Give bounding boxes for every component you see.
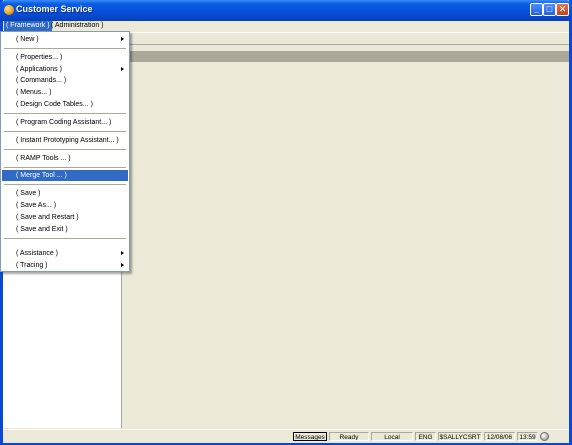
menu-separator xyxy=(4,167,126,169)
menu-item-label: ( Save ) xyxy=(16,190,41,197)
menu-item-label: ( Save and Exit ) xyxy=(16,226,68,233)
window-title: Customer Service xyxy=(16,4,93,14)
submenu-arrow-icon xyxy=(121,251,124,255)
menu-administration[interactable]: ( Administration ) xyxy=(49,21,106,31)
menu-separator xyxy=(4,184,126,186)
menu-item-label: ( Design Code Tables... ) xyxy=(16,101,93,108)
menu-item-properties[interactable]: ( Properties... ) xyxy=(2,52,128,63)
title-bar[interactable]: Customer Service _ □ ✕ xyxy=(0,0,572,21)
menu-item-label: ( RAMP Tools ... ) xyxy=(16,155,71,162)
framework-dropdown-menu: ( New ) ( Properties... ) ( Applications… xyxy=(0,31,130,272)
menu-item-applications[interactable]: ( Applications ) xyxy=(2,64,128,75)
menu-item-tracing[interactable]: ( Tracing ) xyxy=(2,260,128,271)
menu-item-ramp-tools[interactable]: ( RAMP Tools ... ) xyxy=(2,153,128,164)
menu-separator xyxy=(4,48,126,50)
close-button[interactable]: ✕ xyxy=(556,3,569,16)
menu-item-label: ( Program Coding Assistant... ) xyxy=(16,119,112,126)
submenu-arrow-icon xyxy=(121,67,124,71)
menu-item-assistance[interactable]: ( Assistance ) xyxy=(2,248,128,259)
menu-separator xyxy=(4,149,126,151)
submenu-arrow-icon xyxy=(121,37,124,41)
menu-item-design-code-tables[interactable]: ( Design Code Tables... ) xyxy=(2,99,128,110)
menu-item-instant-prototyping-assistant[interactable]: ( Instant Prototyping Assistant... ) xyxy=(2,135,128,146)
menu-item-label: ( Commands... ) xyxy=(16,77,67,84)
menu-item-label: ( Save As... ) xyxy=(16,202,57,209)
globe-icon xyxy=(540,432,549,441)
menu-item-commands[interactable]: ( Commands... ) xyxy=(2,75,128,86)
location-text: Local xyxy=(371,432,413,441)
menu-item-menus[interactable]: ( Menus... ) xyxy=(2,87,128,98)
menu-framework[interactable]: ( Framework ) xyxy=(4,21,52,31)
minimize-button[interactable]: _ xyxy=(530,3,543,16)
menu-item-label: ( Merge Tool ... ) xyxy=(16,172,67,179)
status-text: Ready xyxy=(329,432,369,441)
menu-item-save-as[interactable]: ( Save As... ) xyxy=(2,200,128,211)
content-panel-header xyxy=(122,51,569,62)
maximize-button[interactable]: □ xyxy=(543,3,556,16)
language-text: ENG xyxy=(415,432,436,441)
menu-item-label: ( Properties... ) xyxy=(16,54,63,61)
menu-item-new[interactable]: ( New ) xyxy=(2,34,128,45)
submenu-arrow-icon xyxy=(121,263,124,267)
menu-separator xyxy=(4,238,126,240)
menu-item-save[interactable]: ( Save ) xyxy=(2,188,128,199)
content-panel[interactable] xyxy=(122,45,569,428)
menu-item-label: ( Instant Prototyping Assistant... ) xyxy=(16,137,119,144)
date-text: 12/08/06 xyxy=(484,432,515,441)
menu-item-label: ( Menus... ) xyxy=(16,89,52,96)
menu-item-program-coding-assistant[interactable]: ( Program Coding Assistant... ) xyxy=(2,117,128,128)
menu-item-save-and-restart[interactable]: ( Save and Restart ) xyxy=(2,212,128,223)
menu-item-label: ( Applications ) xyxy=(16,66,62,73)
user-text: $SALLYCSRT xyxy=(438,432,482,441)
menu-separator xyxy=(4,113,126,115)
menu-separator xyxy=(4,131,126,133)
status-bar: Messages Ready Local ENG $SALLYCSRT 12/0… xyxy=(3,429,569,443)
menu-item-label: ( Tracing ) xyxy=(16,262,48,269)
menu-item-save-and-exit[interactable]: ( Save and Exit ) xyxy=(2,224,128,235)
time-text: 13:59 xyxy=(517,432,538,441)
menu-item-label: ( New ) xyxy=(16,36,39,43)
menu-item-label: ( Assistance ) xyxy=(16,250,59,257)
menu-item-label: ( Save and Restart ) xyxy=(16,214,79,221)
app-orb-icon[interactable] xyxy=(4,5,14,15)
menu-item-merge-tool[interactable]: ( Merge Tool ... ) xyxy=(2,170,128,181)
messages-button[interactable]: Messages xyxy=(293,432,327,441)
